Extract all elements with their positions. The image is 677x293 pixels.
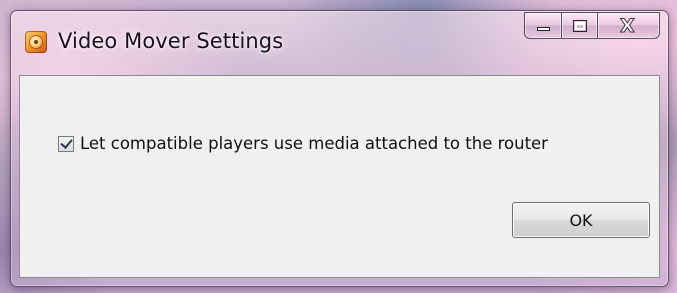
maximize-icon <box>573 20 587 32</box>
caption-buttons: X <box>524 12 660 40</box>
maximize-button[interactable] <box>561 12 597 39</box>
close-icon: X <box>620 15 636 38</box>
close-button[interactable]: X <box>597 12 660 39</box>
minimize-icon <box>537 27 550 31</box>
ok-button[interactable]: OK <box>512 202 650 238</box>
dialog-content: Let compatible players use media attache… <box>19 75 660 278</box>
window-title: Video Mover Settings <box>58 29 284 53</box>
share-media-option[interactable]: Let compatible players use media attache… <box>58 134 548 153</box>
settings-dialog: Video Mover Settings X Let compatible pl… <box>10 10 669 287</box>
share-media-checkbox[interactable] <box>58 135 74 152</box>
share-media-label[interactable]: Let compatible players use media attache… <box>80 134 548 153</box>
title-bar[interactable]: Video Mover Settings X <box>11 11 668 75</box>
video-mover-app-icon[interactable] <box>25 31 47 53</box>
minimize-button[interactable] <box>524 12 561 39</box>
